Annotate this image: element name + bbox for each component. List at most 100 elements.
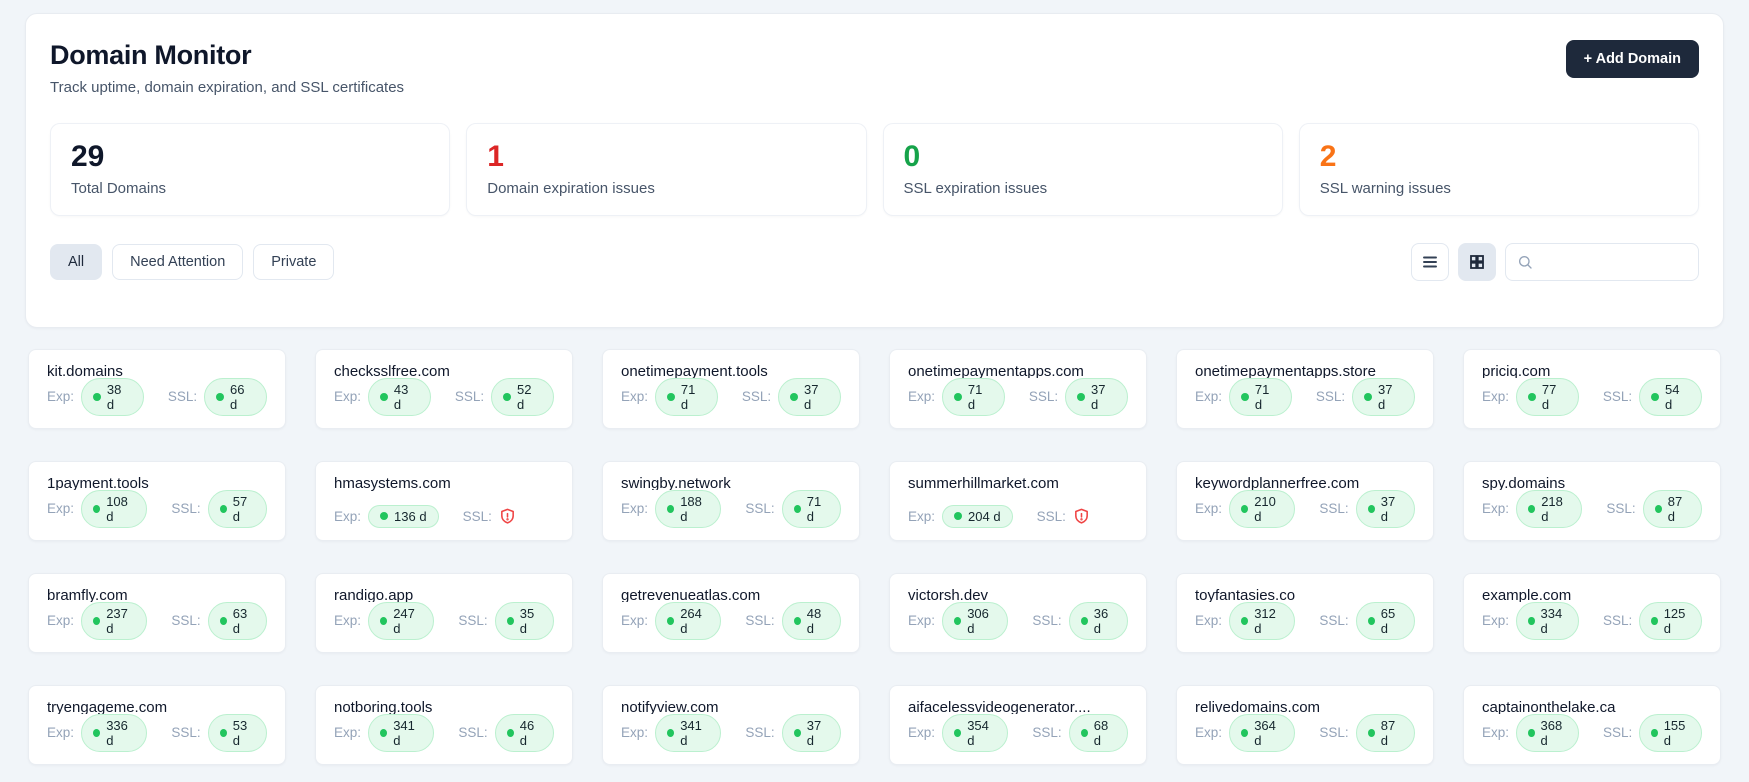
expiration-group: Exp: 368 d: [1482, 714, 1579, 752]
domain-card-priciq-com[interactable]: priciq.com Exp: 77 d SSL: 54 d: [1463, 349, 1721, 429]
badge-row: Exp: 364 d SSL: 87 d: [1195, 714, 1415, 752]
filter-tab-all[interactable]: All: [50, 244, 102, 280]
domain-card-keywordplannerfree-com[interactable]: keywordplannerfree.com Exp: 210 d SSL: 3…: [1176, 461, 1434, 541]
days-badge: 37 d: [1352, 378, 1415, 416]
status-dot-icon: [954, 393, 962, 401]
ssl-label: SSL:: [1029, 389, 1058, 404]
domain-name: priciq.com: [1482, 363, 1702, 378]
grid-view-button[interactable]: [1458, 243, 1496, 281]
exp-label: Exp:: [1195, 613, 1222, 628]
list-view-button[interactable]: [1411, 243, 1449, 281]
search-input[interactable]: [1541, 254, 1687, 270]
ssl-group: SSL:: [1037, 507, 1090, 526]
toolbar: All Need Attention Private: [50, 243, 1699, 281]
domain-card-summerhillmarket-com[interactable]: summerhillmarket.com Exp: 204 d SSL:: [889, 461, 1147, 541]
days-badge: 237 d: [81, 602, 147, 640]
ssl-group: SSL: 66 d: [168, 378, 267, 416]
status-dot-icon: [503, 393, 511, 401]
days-badge: 66 d: [204, 378, 267, 416]
days-badge: 247 d: [368, 602, 434, 640]
days-badge: 354 d: [942, 714, 1008, 752]
expiration-group: Exp: 188 d: [621, 490, 721, 528]
days-badge: 364 d: [1229, 714, 1295, 752]
status-dot-icon: [220, 505, 227, 513]
status-dot-icon: [1651, 729, 1657, 737]
domain-card-tryengageme-com[interactable]: tryengageme.com Exp: 336 d SSL: 53 d: [28, 685, 286, 765]
expiration-group: Exp: 210 d: [1195, 490, 1295, 528]
domain-card-notboring-tools[interactable]: notboring.tools Exp: 341 d SSL: 46 d: [315, 685, 573, 765]
days-badge: 188 d: [655, 490, 721, 528]
exp-label: Exp:: [334, 613, 361, 628]
expiration-group: Exp: 43 d: [334, 378, 431, 416]
filter-tab-private[interactable]: Private: [253, 244, 334, 280]
list-view-icon: [1421, 253, 1439, 271]
domain-card-onetimepayment-tools[interactable]: onetimepayment.tools Exp: 71 d SSL: 37 d: [602, 349, 860, 429]
ssl-group: SSL: 37 d: [1316, 378, 1415, 416]
status-dot-icon: [1081, 729, 1088, 737]
status-dot-icon: [1364, 393, 1372, 401]
grid-view-icon: [1468, 253, 1486, 271]
status-dot-icon: [220, 617, 227, 625]
status-dot-icon: [954, 617, 961, 625]
ssl-label: SSL:: [1603, 389, 1632, 404]
ssl-group: SSL: 46 d: [458, 714, 554, 752]
title-block: Domain Monitor Track uptime, domain expi…: [50, 40, 404, 96]
ssl-label: SSL:: [1032, 613, 1061, 628]
status-dot-icon: [1241, 393, 1249, 401]
ssl-label: SSL:: [458, 613, 487, 628]
ssl-group: SSL: 53 d: [171, 714, 267, 752]
search-box[interactable]: [1505, 243, 1699, 281]
badge-row: Exp: 336 d SSL: 53 d: [47, 714, 267, 752]
domain-card-aifacelessvideogenerator[interactable]: aifacelessvideogenerator.... Exp: 354 d …: [889, 685, 1147, 765]
domain-card-checksslfree-com[interactable]: checksslfree.com Exp: 43 d SSL: 52 d: [315, 349, 573, 429]
expiration-group: Exp: 364 d: [1195, 714, 1295, 752]
add-domain-button[interactable]: + Add Domain: [1566, 40, 1699, 78]
days-badge: 336 d: [81, 714, 147, 752]
badge-row: Exp: 264 d SSL: 48 d: [621, 602, 841, 640]
filter-tab-need-attention[interactable]: Need Attention: [112, 244, 243, 280]
days-badge: 54 d: [1639, 378, 1702, 416]
domain-card-example-com[interactable]: example.com Exp: 334 d SSL: 125 d: [1463, 573, 1721, 653]
ssl-label: SSL:: [171, 613, 200, 628]
domain-card-bramfly-com[interactable]: bramfly.com Exp: 237 d SSL: 63 d: [28, 573, 286, 653]
domain-name: swingby.network: [621, 475, 841, 490]
stat-label: SSL warning issues: [1320, 180, 1678, 197]
badge-row: Exp: 237 d SSL: 63 d: [47, 602, 267, 640]
status-dot-icon: [1241, 617, 1248, 625]
domain-card-hmasystems-com[interactable]: hmasystems.com Exp: 136 d SSL:: [315, 461, 573, 541]
days-badge: 57 d: [208, 490, 267, 528]
days-badge: 368 d: [1516, 714, 1579, 752]
domain-name: aifacelessvideogenerator....: [908, 699, 1128, 714]
domain-card-onetimepaymentapps-com[interactable]: onetimepaymentapps.com Exp: 71 d SSL: 37…: [889, 349, 1147, 429]
domain-card-getrevenueatlas-com[interactable]: getrevenueatlas.com Exp: 264 d SSL: 48 d: [602, 573, 860, 653]
page-title: Domain Monitor: [50, 40, 404, 71]
domain-card-kit-domains[interactable]: kit.domains Exp: 38 d SSL: 66 d: [28, 349, 286, 429]
expiration-group: Exp: 218 d: [1482, 490, 1582, 528]
badge-row: Exp: 38 d SSL: 66 d: [47, 378, 267, 416]
domain-card-captainonthelake-ca[interactable]: captainonthelake.ca Exp: 368 d SSL: 155 …: [1463, 685, 1721, 765]
domain-name: checksslfree.com: [334, 363, 554, 378]
domain-card-notifyview-com[interactable]: notifyview.com Exp: 341 d SSL: 37 d: [602, 685, 860, 765]
status-dot-icon: [1651, 393, 1659, 401]
expiration-group: Exp: 334 d: [1482, 602, 1579, 640]
domain-card-relivedomains-com[interactable]: relivedomains.com Exp: 364 d SSL: 87 d: [1176, 685, 1434, 765]
domain-card-spy-domains[interactable]: spy.domains Exp: 218 d SSL: 87 d: [1463, 461, 1721, 541]
domain-card-swingby-network[interactable]: swingby.network Exp: 188 d SSL: 71 d: [602, 461, 860, 541]
status-dot-icon: [220, 729, 227, 737]
status-dot-icon: [954, 512, 962, 520]
exp-label: Exp:: [908, 725, 935, 740]
domain-card-randigo-app[interactable]: randigo.app Exp: 247 d SSL: 35 d: [315, 573, 573, 653]
domain-card-toyfantasies-co[interactable]: toyfantasies.co Exp: 312 d SSL: 65 d: [1176, 573, 1434, 653]
exp-label: Exp:: [1482, 501, 1509, 516]
domain-card-1payment-tools[interactable]: 1payment.tools Exp: 108 d SSL: 57 d: [28, 461, 286, 541]
page-subtitle: Track uptime, domain expiration, and SSL…: [50, 79, 404, 96]
badge-row: Exp: 334 d SSL: 125 d: [1482, 602, 1702, 640]
badge-row: Exp: 77 d SSL: 54 d: [1482, 378, 1702, 416]
domain-card-victorsh-dev[interactable]: victorsh.dev Exp: 306 d SSL: 36 d: [889, 573, 1147, 653]
status-dot-icon: [1241, 729, 1248, 737]
badge-row: Exp: 188 d SSL: 71 d: [621, 490, 841, 528]
status-dot-icon: [667, 393, 675, 401]
days-badge: 108 d: [81, 490, 147, 528]
domain-card-onetimepaymentapps-store[interactable]: onetimepaymentapps.store Exp: 71 d SSL: …: [1176, 349, 1434, 429]
exp-label: Exp:: [621, 389, 648, 404]
